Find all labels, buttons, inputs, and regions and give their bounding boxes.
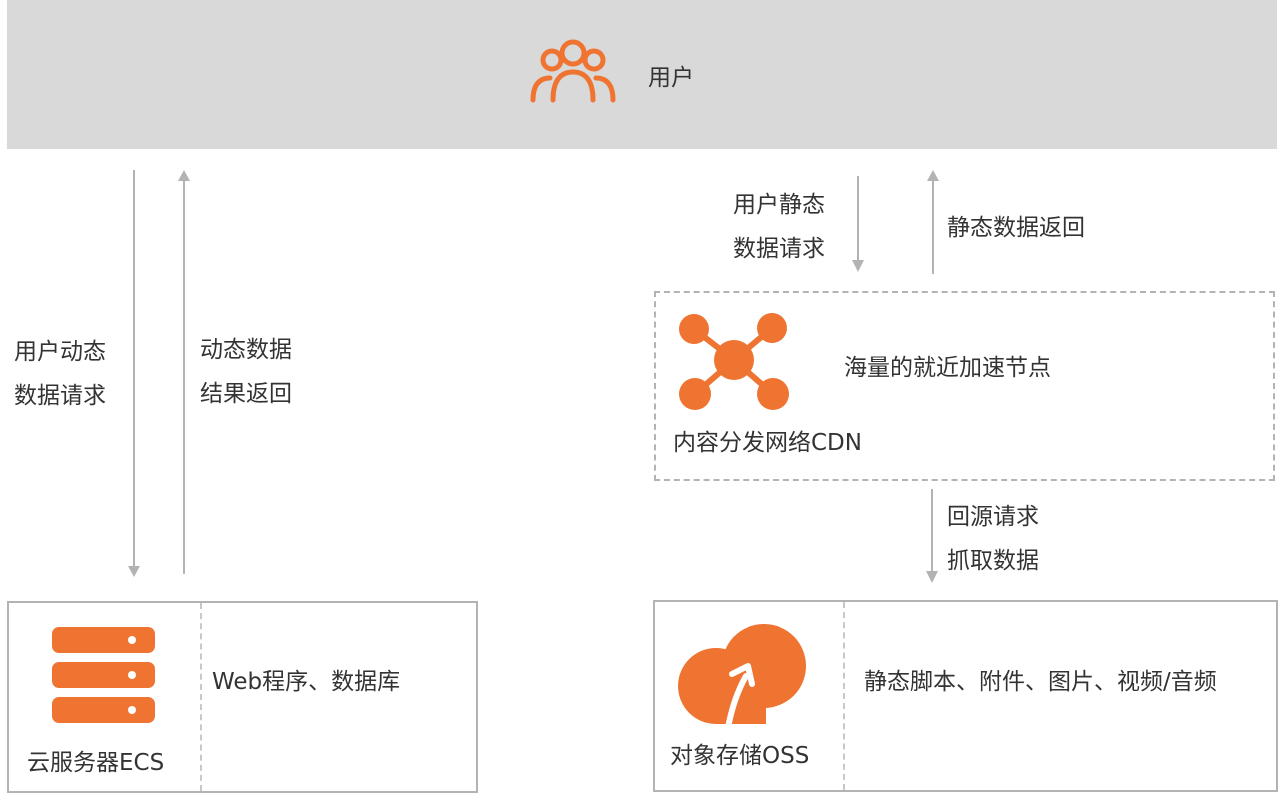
cdn-description: 海量的就近加速节点: [844, 355, 1051, 381]
oss-description: 静态脚本、附件、图片、视频/音频: [864, 669, 1217, 695]
cloud-upload-icon: [678, 624, 806, 728]
dynamic-response-arrow: [178, 170, 190, 574]
static-request-label: 用户静态 数据请求: [733, 192, 825, 262]
network-nodes-icon: [679, 313, 789, 410]
cdn-name: 内容分发网络CDN: [673, 430, 862, 456]
ecs-name: 云服务器ECS: [27, 750, 165, 776]
ecs-description: Web程序、数据库: [212, 669, 401, 695]
oss-name: 对象存储OSS: [670, 743, 810, 769]
oss-divider: [843, 602, 845, 790]
dynamic-request-arrow: [128, 170, 140, 577]
static-response-label: 静态数据返回: [947, 215, 1085, 241]
dynamic-response-label: 动态数据 结果返回: [200, 337, 292, 407]
server-stack-icon: [52, 627, 155, 723]
user-label: 用户: [648, 65, 694, 91]
static-response-arrow: [927, 170, 939, 274]
origin-fetch-label: 回源请求 抓取数据: [947, 504, 1039, 574]
user-bar: [7, 0, 1277, 149]
users-icon: [530, 39, 616, 103]
static-request-arrow: [852, 176, 864, 272]
origin-fetch-arrow: [926, 489, 938, 583]
dynamic-request-label: 用户动态 数据请求: [14, 339, 106, 409]
ecs-divider: [200, 603, 202, 791]
